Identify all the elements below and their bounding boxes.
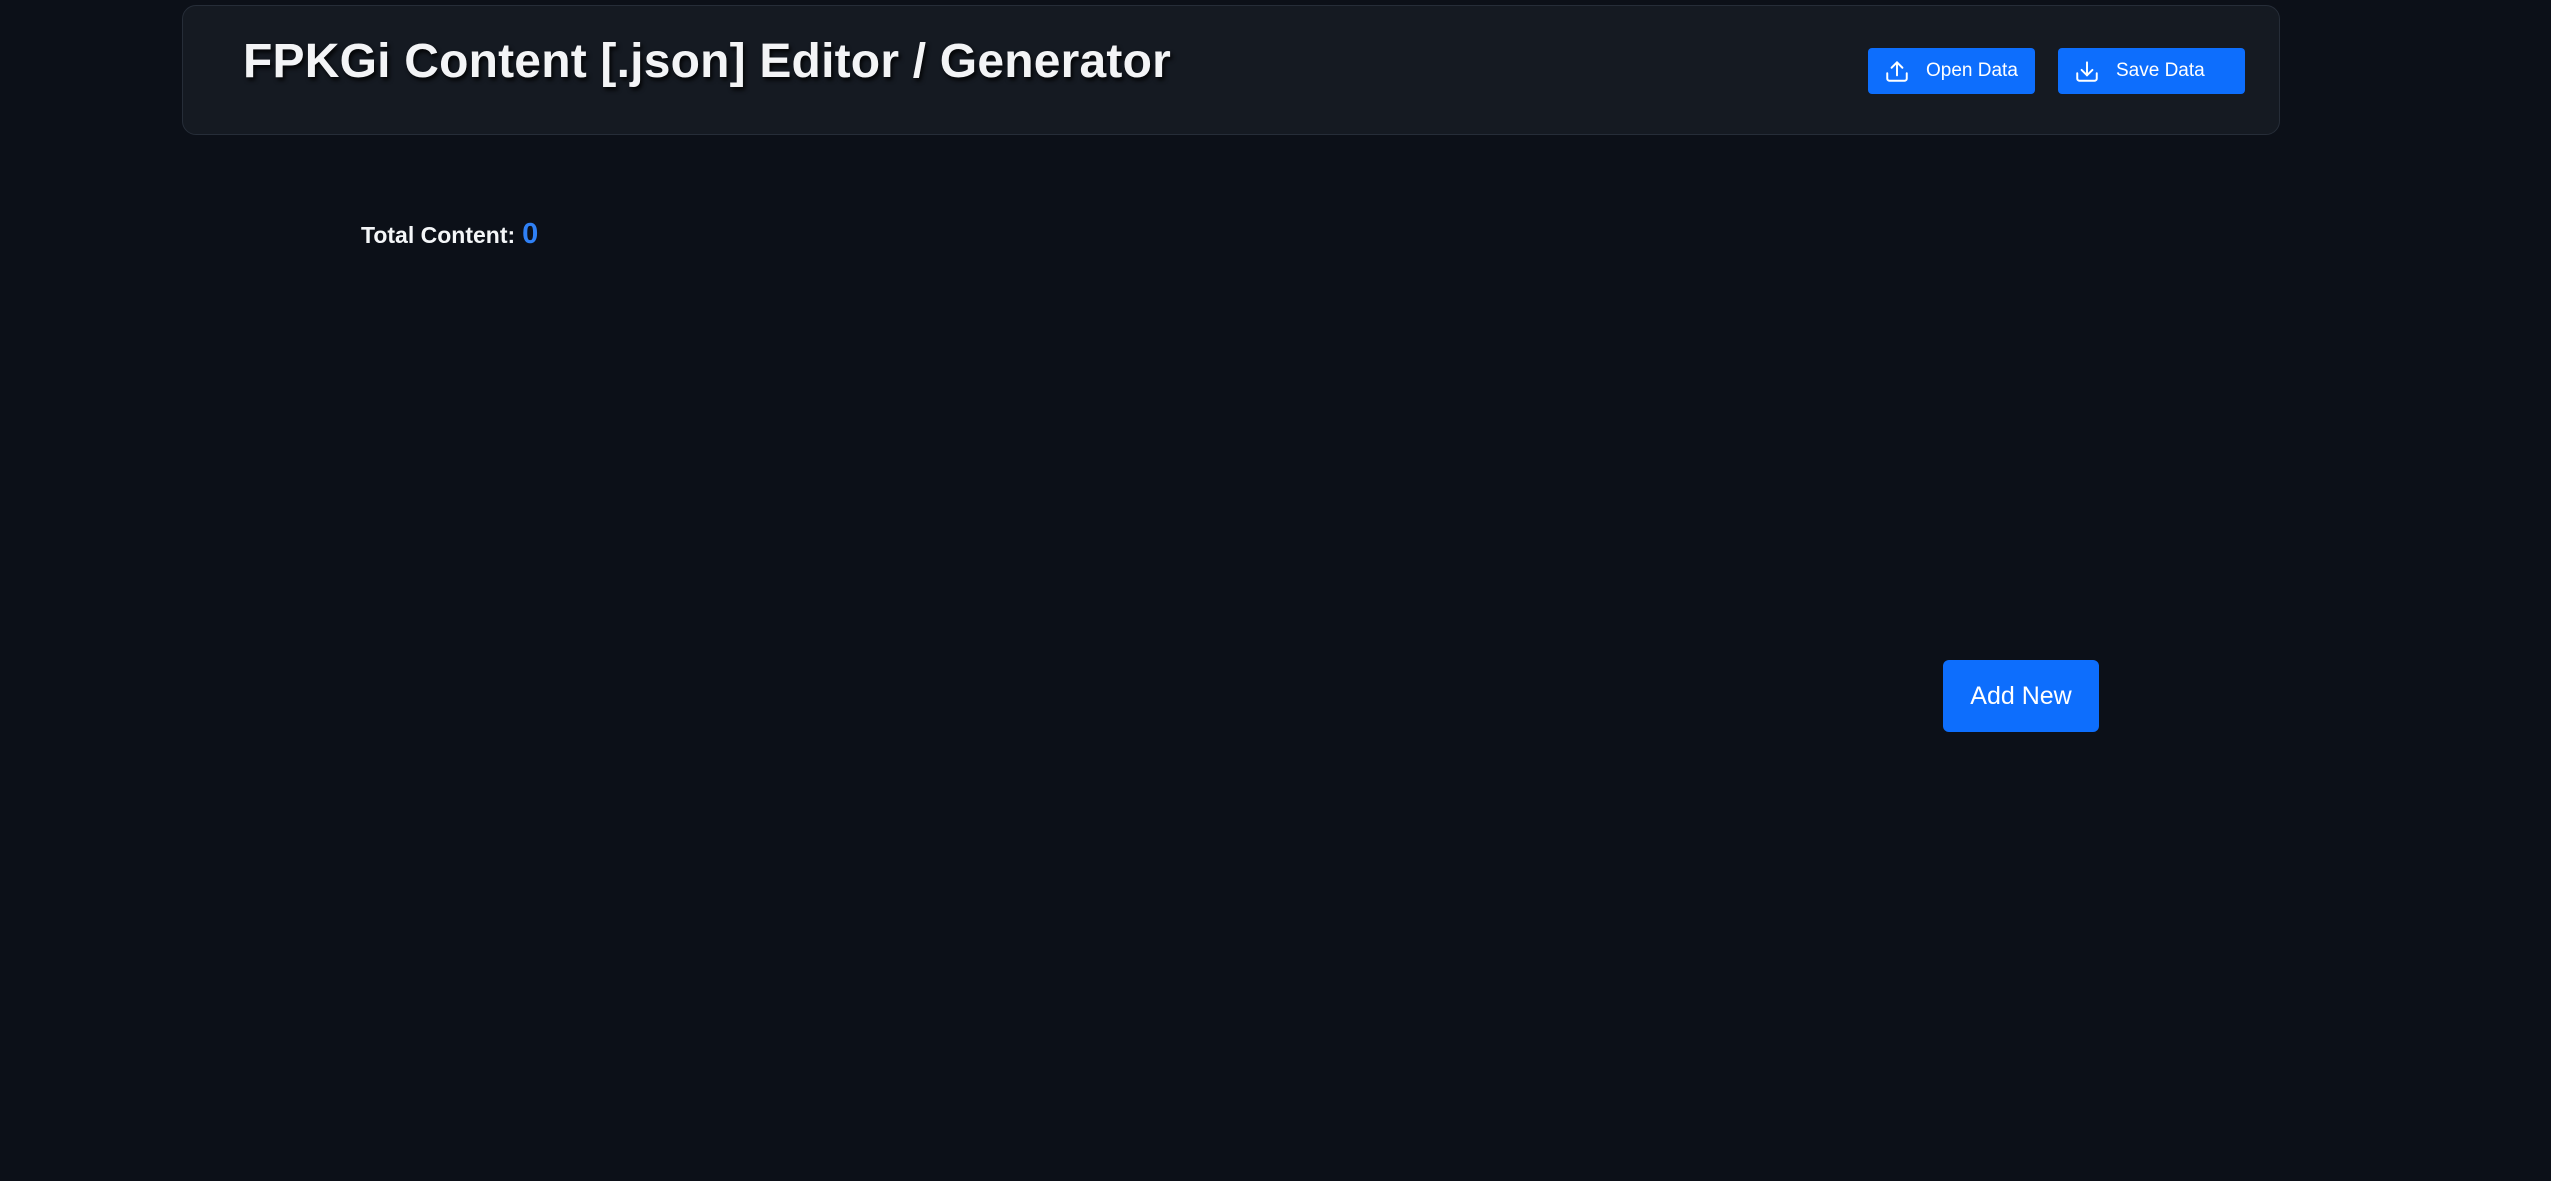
add-new-button[interactable]: Add New — [1943, 660, 2099, 732]
open-data-label: Open Data — [1926, 60, 2018, 81]
download-icon — [2074, 58, 2100, 84]
total-content-count: 0 — [522, 218, 539, 250]
save-data-button[interactable]: Save Data — [2058, 48, 2245, 94]
open-data-button[interactable]: Open Data — [1868, 48, 2035, 94]
app-header: FPKGi Content [.json] Editor / Generator… — [182, 5, 2280, 135]
total-content-label: Total Content: — [361, 222, 516, 248]
page-title: FPKGi Content [.json] Editor / Generator — [243, 35, 1172, 88]
upload-icon — [1884, 58, 1910, 84]
total-content-summary: Total Content: 0 — [361, 218, 538, 251]
save-data-label: Save Data — [2116, 60, 2205, 81]
